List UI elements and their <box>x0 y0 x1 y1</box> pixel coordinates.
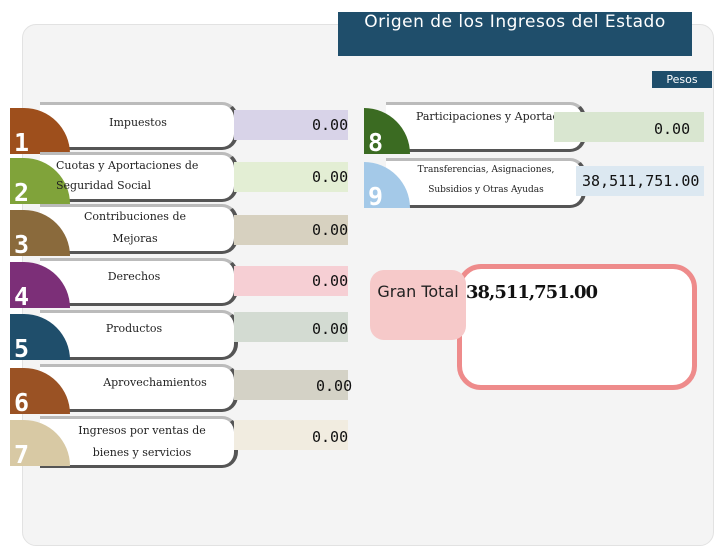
item-label-2: Cuotas y Aportaciones de Seguridad Socia… <box>56 159 199 192</box>
item-value-8: 0.00 <box>654 120 691 138</box>
item-value-9: 38,511,751.00 <box>582 172 700 190</box>
unit-badge: Pesos <box>652 71 712 88</box>
item-number: 6 <box>14 388 30 414</box>
item-label-5: Productos <box>105 322 163 335</box>
item-value-3: 0.00 <box>312 221 349 239</box>
item-number: 8 <box>368 128 384 154</box>
gran-total-value: 38,511,751.00 <box>466 282 598 303</box>
item-value-4: 0.00 <box>312 272 349 290</box>
item-label-1: Impuestos <box>109 116 167 129</box>
item-label-4: Derechos <box>107 270 161 283</box>
item-number: 2 <box>14 178 30 204</box>
item-value-6: 0.00 <box>316 377 353 395</box>
item-value-7: 0.00 <box>312 428 349 446</box>
item-number: 9 <box>368 182 384 208</box>
page-title: Origen de los Ingresos del Estado <box>338 12 692 56</box>
item-number: 7 <box>14 440 30 466</box>
gran-total-label: Gran Total <box>370 270 466 340</box>
item-number: 1 <box>14 128 30 154</box>
item-value-5: 0.00 <box>312 320 349 338</box>
item-label-3: Contribuciones de Mejoras <box>83 210 187 245</box>
item-value-2: 0.00 <box>312 168 349 186</box>
item-number: 4 <box>14 282 30 308</box>
item-number: 5 <box>14 334 30 360</box>
item-number: 3 <box>14 230 30 256</box>
item-label-7: Ingresos por ventas de bienes y servicio… <box>78 424 206 459</box>
item-label-6: Aprovechamientos <box>103 376 207 389</box>
item-label-9: Transferencias, Asignaciones, Subsidios … <box>417 165 555 195</box>
item-value-1: 0.00 <box>312 116 349 134</box>
